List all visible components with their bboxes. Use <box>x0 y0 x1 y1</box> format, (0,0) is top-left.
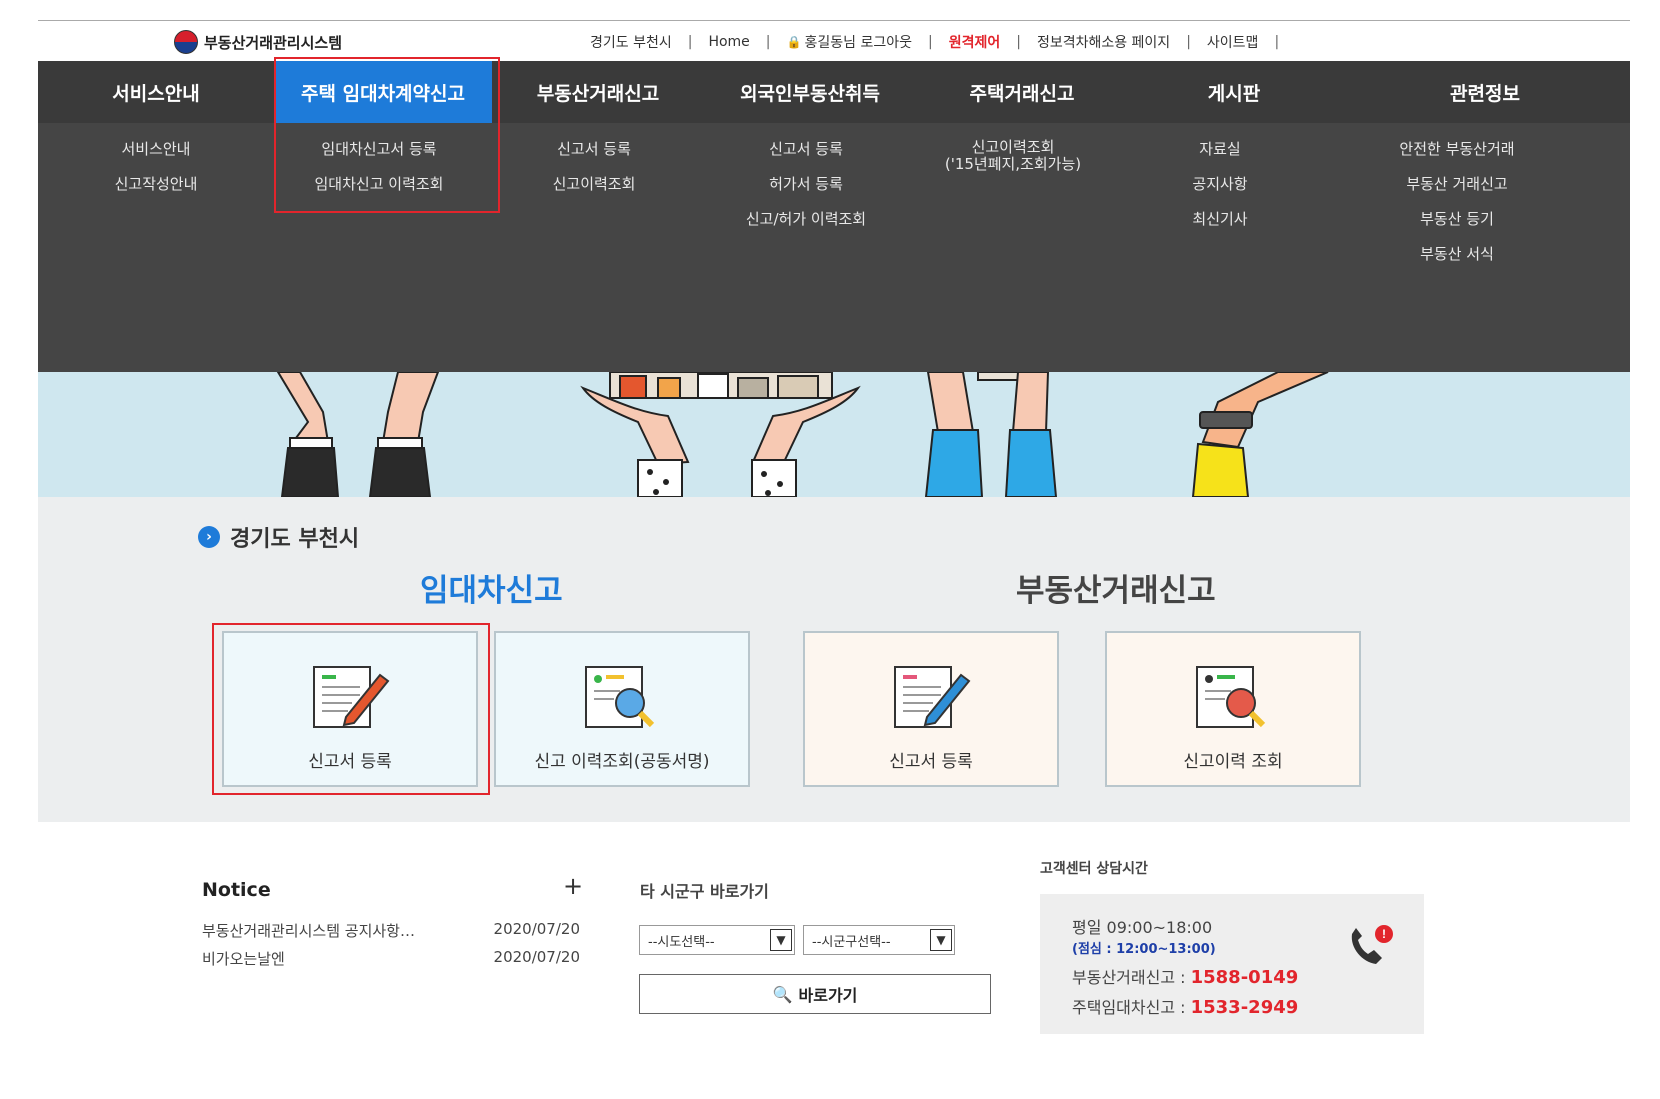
submenu-link[interactable]: 안전한 부동산거래 <box>1399 139 1514 174</box>
gnb-item-board[interactable]: 게시판 <box>1128 61 1340 123</box>
util-region: 경기도 부천시 <box>590 35 672 51</box>
chevron-down-icon: ▼ <box>930 929 952 951</box>
submenu-link[interactable]: 부동산 등기 <box>1420 209 1494 244</box>
cs-box: 평일 09:00~18:00 (점심 : 12:00~13:00) 부동산거래신… <box>1040 894 1424 1034</box>
divider: | <box>687 34 693 50</box>
notice-row-date: 2020/07/20 <box>493 948 580 966</box>
submenu-col-board: 자료실 공지사항 최신기사 <box>1150 139 1290 244</box>
region-heading: › 경기도 부천시 <box>198 521 359 553</box>
submenu-col-info: 안전한 부동산거래 부동산 거래신고 부동산 등기 부동산 서식 <box>1362 139 1552 279</box>
highlight-box-card <box>212 623 490 795</box>
gnb-item-service[interactable]: 서비스안내 <box>38 61 274 123</box>
document-search-icon <box>585 666 655 728</box>
submenu-link[interactable]: 신고/허가 이력조회 <box>746 209 866 244</box>
logout-link[interactable]: 홍길동님 로그아웃 <box>804 32 912 52</box>
notice-row[interactable]: 부동산거래관리시스템 공지사항… 2020/07/20 <box>202 920 580 941</box>
cs-lease-label: 주택임대차신고 : <box>1072 998 1191 1017</box>
hands-illustration-icon <box>276 372 1329 497</box>
util-links: 경기도 부천시 | Home | 🔒 홍길동님 로그아웃 | 원격제어 | 정보… <box>590 32 1295 52</box>
phone-icon: ! <box>1351 925 1393 964</box>
home-link[interactable]: Home <box>708 34 749 50</box>
search-icon: 🔍 <box>772 984 793 1004</box>
submenu-link[interactable]: 자료실 <box>1199 139 1240 174</box>
document-search-icon <box>1196 666 1266 728</box>
gnb-item-trade[interactable]: 부동산거래신고 <box>492 61 704 123</box>
trade-section-title: 부동산거래신고 <box>1016 573 1216 609</box>
submenu-link-text: 신고이력조회 <box>971 138 1055 156</box>
cs-trade-line: 부동산거래신고 : 1588-0149 <box>1072 964 1298 988</box>
notice-row[interactable]: 비가오는날엔 2020/07/20 <box>202 948 580 969</box>
card-label: 신고 이력조회(공동서명) <box>534 752 710 772</box>
card-label: 신고이력 조회 <box>1183 752 1283 772</box>
submenu-link[interactable]: 신고이력조회 <box>553 174 636 209</box>
submenu-col-trade: 신고서 등록 신고이력조회 <box>504 139 684 209</box>
card-label: 신고서 등록 <box>889 752 973 772</box>
remote-control-link[interactable]: 원격제어 <box>949 32 1001 52</box>
notice-row-date: 2020/07/20 <box>493 920 580 938</box>
submenu-col-house: 신고이력조회 ('15년폐지,조회가능) <box>918 139 1108 173</box>
submenu-link[interactable]: 부동산 거래신고 <box>1406 174 1507 209</box>
sido-select[interactable]: --시도선택-- ▼ <box>639 925 795 955</box>
highlight-box-menu <box>274 57 500 213</box>
lease-history-card[interactable]: 신고 이력조회(공동서명) <box>494 631 750 787</box>
hero-illustration <box>38 372 1630 497</box>
document-pencil-icon <box>894 666 971 728</box>
submenu-link[interactable]: 허가서 등록 <box>769 174 843 209</box>
lock-icon: 🔒 <box>786 35 802 49</box>
submenu-link[interactable]: 공지사항 <box>1192 174 1247 209</box>
notice-more-button[interactable]: + <box>563 872 583 900</box>
chevron-right-icon: › <box>198 526 220 548</box>
accessibility-link[interactable]: 정보격차해소용 페이지 <box>1037 32 1170 52</box>
cs-trade-number: 1588-0149 <box>1190 967 1299 988</box>
submenu-col-service: 서비스안내 신고작성안내 <box>106 139 206 209</box>
divider: | <box>765 34 771 50</box>
submenu-link[interactable]: 서비스안내 <box>121 139 190 174</box>
cs-title: 고객센터 상담시간 <box>1040 861 1148 877</box>
goto-title: 타 시군구 바로가기 <box>640 882 769 901</box>
sitemap-link[interactable]: 사이트맵 <box>1207 32 1259 52</box>
trade-history-card[interactable]: 신고이력 조회 <box>1105 631 1361 787</box>
top-util-bar: 부동산거래관리시스템 경기도 부천시 | Home | 🔒 홍길동님 로그아웃 … <box>38 20 1630 61</box>
submenu-link[interactable]: 신고서 등록 <box>557 139 631 174</box>
chevron-down-icon: ▼ <box>770 929 792 951</box>
submenu-link[interactable]: 신고작성안내 <box>115 174 198 209</box>
sido-select-value: --시도선택-- <box>648 934 715 950</box>
divider: | <box>1016 34 1021 50</box>
submenu-col-foreign: 신고서 등록 허가서 등록 신고/허가 이력조회 <box>716 139 896 244</box>
gnb-item-foreign[interactable]: 외국인부동산취득 <box>704 61 916 123</box>
divider: | <box>927 34 933 50</box>
site-logo[interactable]: 부동산거래관리시스템 <box>174 30 342 54</box>
submenu-link[interactable]: 신고서 등록 <box>769 139 843 174</box>
divider: | <box>1186 34 1191 50</box>
lease-section-title: 임대차신고 <box>420 573 563 609</box>
divider: | <box>1274 34 1280 50</box>
submenu-link[interactable]: 부동산 서식 <box>1420 244 1494 279</box>
notice-row-title[interactable]: 비가오는날엔 <box>202 948 285 969</box>
cs-weekday: 평일 09:00~18:00 <box>1072 918 1213 937</box>
trade-register-card[interactable]: 신고서 등록 <box>803 631 1059 787</box>
sigungu-select[interactable]: --시군구선택-- ▼ <box>803 925 955 955</box>
svg-text:!: ! <box>1382 927 1386 941</box>
cs-trade-label: 부동산거래신고 : <box>1072 968 1191 987</box>
submenu-link[interactable]: 최신기사 <box>1192 209 1247 244</box>
goto-button-label: 바로가기 <box>798 986 858 1005</box>
logo-text: 부동산거래관리시스템 <box>204 33 343 52</box>
cs-lunch: (점심 : 12:00~13:00) <box>1072 942 1216 957</box>
cs-lease-line: 주택임대차신고 : 1533-2949 <box>1072 994 1298 1018</box>
sigungu-select-value: --시군구선택-- <box>812 934 891 950</box>
notice-row-title[interactable]: 부동산거래관리시스템 공지사항… <box>202 920 415 941</box>
gnb-item-info[interactable]: 관련정보 <box>1340 61 1630 123</box>
taegeuk-logo-icon <box>174 30 198 54</box>
region-name: 경기도 부천시 <box>230 527 360 552</box>
submenu-link-note: ('15년폐지,조회가능) <box>944 155 1082 173</box>
gnb-item-house[interactable]: 주택거래신고 <box>916 61 1128 123</box>
goto-button[interactable]: 🔍 바로가기 <box>639 974 991 1014</box>
cs-lease-number: 1533-2949 <box>1190 997 1299 1018</box>
submenu-link[interactable]: 신고이력조회 ('15년폐지,조회가능) <box>945 139 1081 173</box>
notice-title: Notice <box>202 879 271 901</box>
